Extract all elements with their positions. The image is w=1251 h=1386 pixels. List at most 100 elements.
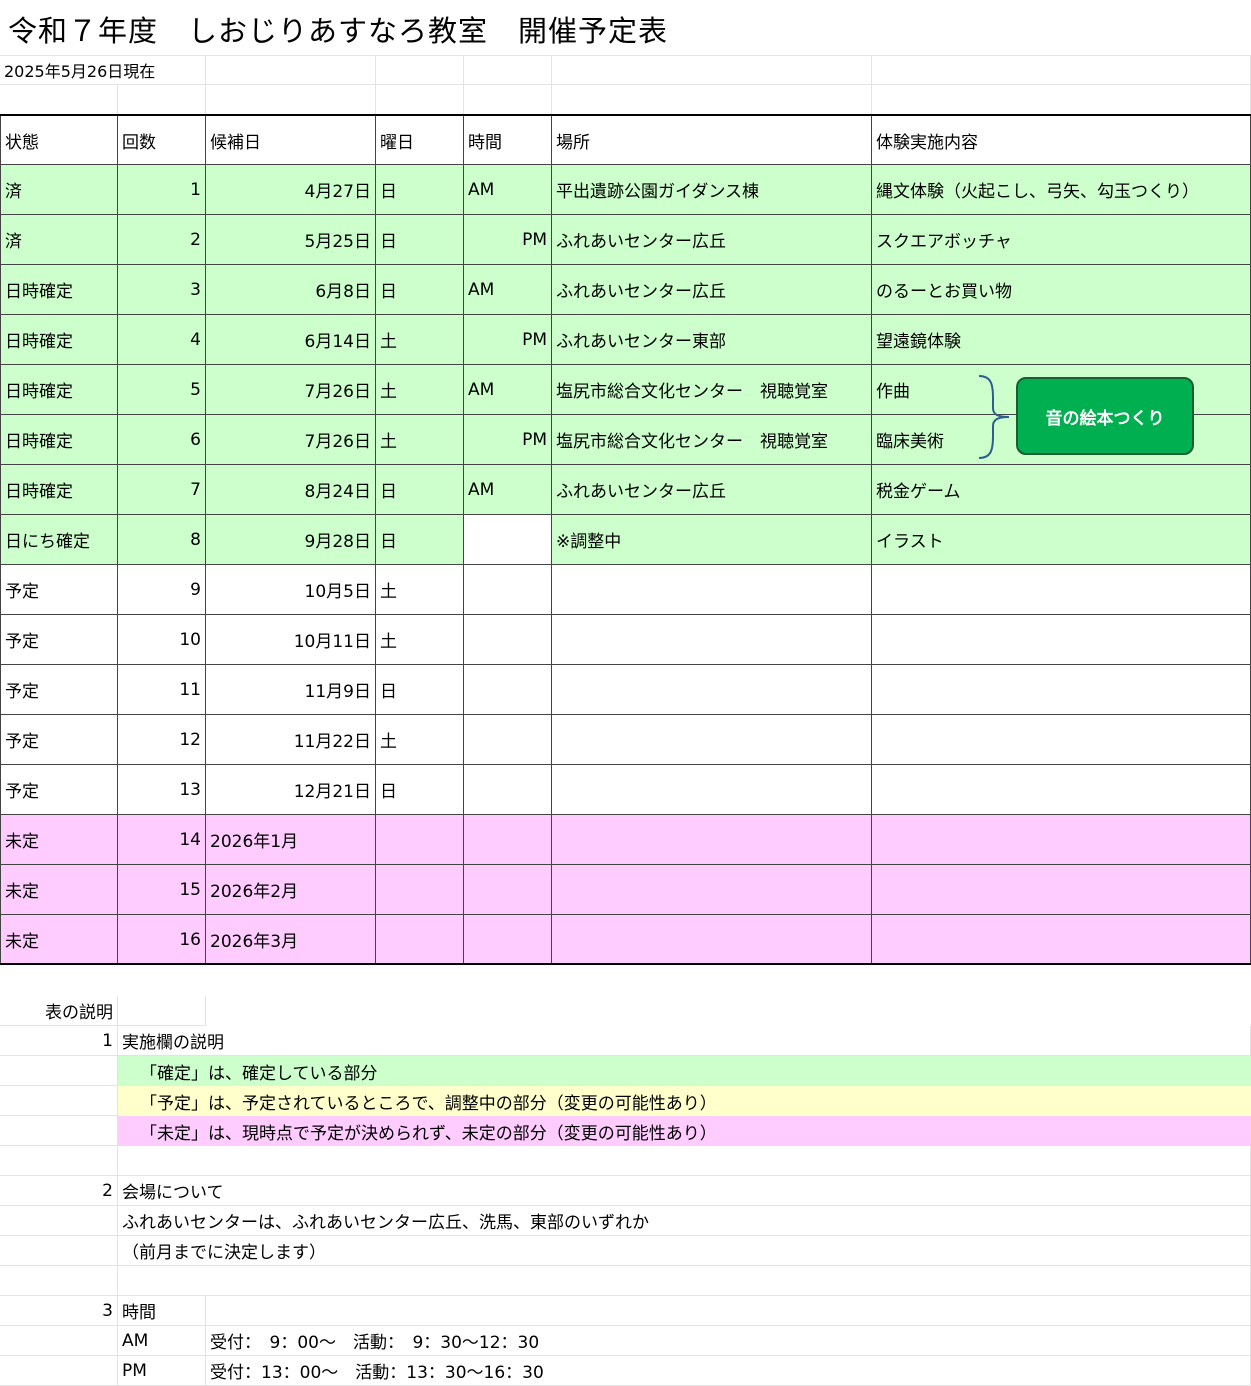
cell-date[interactable]: 11月22日 (206, 715, 376, 765)
empty-cell[interactable] (0, 1356, 118, 1386)
cell-status[interactable]: 予定 (0, 765, 118, 815)
cell-time[interactable]: AM (464, 465, 552, 515)
note-1-number[interactable]: 1 (0, 1026, 118, 1056)
header-place[interactable]: 場所 (552, 116, 872, 165)
empty-cell[interactable] (872, 85, 1251, 115)
empty-cell[interactable] (0, 1146, 118, 1176)
empty-cell[interactable] (376, 55, 464, 85)
callout-sound-picture-book[interactable]: 音の絵本つくり (1016, 377, 1194, 455)
cell-weekday[interactable]: 土 (376, 315, 464, 365)
cell-place[interactable] (552, 865, 872, 915)
cell-status[interactable]: 日時確定 (0, 415, 118, 465)
cell-content[interactable] (872, 665, 1251, 715)
cell-time[interactable] (464, 815, 552, 865)
cell-content[interactable]: イラスト (872, 515, 1251, 565)
cell-date[interactable]: 2026年2月 (206, 865, 376, 915)
header-weekday[interactable]: 曜日 (376, 116, 464, 165)
cell-date[interactable]: 9月28日 (206, 515, 376, 565)
cell-count[interactable]: 15 (118, 865, 206, 915)
cell-count[interactable]: 13 (118, 765, 206, 815)
cell-count[interactable]: 14 (118, 815, 206, 865)
cell-content[interactable]: のるーとお買い物 (872, 265, 1251, 315)
cell-place[interactable] (552, 765, 872, 815)
cell-date[interactable]: 11月9日 (206, 665, 376, 715)
cell-status[interactable]: 日時確定 (0, 465, 118, 515)
cell-count[interactable]: 7 (118, 465, 206, 515)
cell-count[interactable]: 2 (118, 215, 206, 265)
empty-cell[interactable] (0, 1326, 118, 1356)
empty-cell[interactable] (464, 55, 552, 85)
cell-place[interactable]: 塩尻市総合文化センター 視聴覚室 (552, 365, 872, 415)
empty-cell[interactable] (206, 85, 376, 115)
empty-cell[interactable] (118, 85, 206, 115)
cell-place[interactable]: 平出遺跡公園ガイダンス棟 (552, 165, 872, 215)
notes-heading[interactable]: 表の説明 (0, 996, 118, 1026)
am-time[interactable]: 受付： 9：00～ 活動： 9：30～12：30 (206, 1326, 1251, 1356)
cell-status[interactable]: 日時確定 (0, 315, 118, 365)
note-2-line-1[interactable]: ふれあいセンターは、ふれあいセンター広丘、洗馬、東部のいずれか (118, 1206, 1251, 1236)
cell-time[interactable]: AM (464, 265, 552, 315)
cell-weekday[interactable]: 土 (376, 365, 464, 415)
header-status[interactable]: 状態 (0, 116, 118, 165)
cell-date[interactable]: 6月8日 (206, 265, 376, 315)
cell-place[interactable]: ふれあいセンター広丘 (552, 265, 872, 315)
pm-label[interactable]: PM (118, 1356, 206, 1386)
cell-content[interactable]: 税金ゲーム (872, 465, 1251, 515)
cell-time[interactable] (464, 865, 552, 915)
header-date[interactable]: 候補日 (206, 116, 376, 165)
cell-time[interactable]: PM (464, 215, 552, 265)
cell-time[interactable] (464, 515, 552, 565)
note-2-line-2[interactable]: （前月までに決定します） (118, 1236, 1251, 1266)
cell-date[interactable]: 2026年1月 (206, 815, 376, 865)
cell-place[interactable]: ふれあいセンター東部 (552, 315, 872, 365)
cell-weekday[interactable]: 土 (376, 415, 464, 465)
cell-time[interactable]: AM (464, 165, 552, 215)
empty-cell[interactable] (376, 85, 464, 115)
cell-time[interactable] (464, 615, 552, 665)
note-1-title[interactable]: 実施欄の説明 (118, 1026, 1251, 1056)
cell-date[interactable]: 6月14日 (206, 315, 376, 365)
cell-weekday[interactable]: 土 (376, 615, 464, 665)
cell-count[interactable]: 1 (118, 165, 206, 215)
cell-count[interactable]: 4 (118, 315, 206, 365)
cell-count[interactable]: 16 (118, 915, 206, 965)
cell-place[interactable] (552, 565, 872, 615)
cell-weekday[interactable]: 日 (376, 465, 464, 515)
cell-place[interactable]: 塩尻市総合文化センター 視聴覚室 (552, 415, 872, 465)
cell-weekday[interactable]: 日 (376, 215, 464, 265)
cell-time[interactable]: AM (464, 365, 552, 415)
cell-place[interactable] (552, 815, 872, 865)
cell-content[interactable]: 縄文体験（火起こし、弓矢、勾玉つくり） (872, 165, 1251, 215)
empty-cell[interactable] (0, 1056, 118, 1086)
cell-place[interactable] (552, 615, 872, 665)
cell-status[interactable]: 済 (0, 215, 118, 265)
cell-count[interactable]: 6 (118, 415, 206, 465)
cell-count[interactable]: 11 (118, 665, 206, 715)
empty-cell[interactable] (872, 55, 1251, 85)
cell-weekday[interactable]: 日 (376, 765, 464, 815)
cell-date[interactable]: 12月21日 (206, 765, 376, 815)
cell-status[interactable]: 予定 (0, 715, 118, 765)
cell-date[interactable]: 10月5日 (206, 565, 376, 615)
empty-cell[interactable] (0, 1116, 118, 1146)
empty-cell[interactable] (552, 55, 872, 85)
cell-count[interactable]: 12 (118, 715, 206, 765)
cell-time[interactable] (464, 565, 552, 615)
cell-time[interactable] (464, 715, 552, 765)
cell-place[interactable] (552, 665, 872, 715)
cell-date[interactable]: 5月25日 (206, 215, 376, 265)
cell-content[interactable]: スクエアボッチャ (872, 215, 1251, 265)
cell-weekday[interactable] (376, 815, 464, 865)
empty-cell[interactable] (464, 85, 552, 115)
cell-weekday[interactable]: 日 (376, 665, 464, 715)
cell-weekday[interactable] (376, 915, 464, 965)
cell-status[interactable]: 日時確定 (0, 365, 118, 415)
cell-date[interactable]: 8月24日 (206, 465, 376, 515)
cell-time[interactable] (464, 915, 552, 965)
cell-status[interactable]: 予定 (0, 615, 118, 665)
cell-status[interactable]: 日時確定 (0, 265, 118, 315)
empty-cell[interactable] (0, 1266, 118, 1296)
cell-place[interactable]: ふれあいセンター広丘 (552, 215, 872, 265)
legend-undecided[interactable]: 「未定」は、現時点で予定が決められず、未定の部分（変更の可能性あり） (118, 1116, 1251, 1146)
empty-cell[interactable] (0, 85, 118, 115)
